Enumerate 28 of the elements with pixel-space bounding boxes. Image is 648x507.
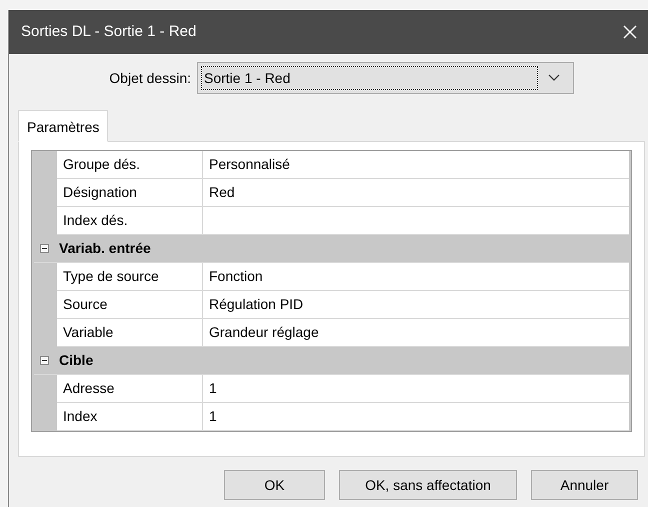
property-value[interactable]: Red (203, 179, 629, 206)
section-header: Cible (59, 351, 94, 370)
property-name: Adresse (57, 375, 203, 402)
field-label: Objet dessin: (108, 68, 192, 88)
property-name: Index dés. (57, 207, 203, 234)
property-name: Index (57, 403, 203, 430)
property-value[interactable]: 1 (203, 403, 629, 430)
object-dropdown[interactable]: Sortie 1 - Red (197, 62, 574, 94)
dialog-button[interactable]: Annuler (531, 470, 638, 500)
dialog-button[interactable]: OK (224, 470, 325, 500)
section-header: Variab. entrée (59, 239, 151, 258)
property-value[interactable]: Fonction (203, 263, 629, 290)
close-icon[interactable] (622, 24, 638, 40)
property-value[interactable]: Régulation PID (203, 291, 629, 318)
property-name: Type de source (57, 263, 203, 290)
property-name: Source (57, 291, 203, 318)
property-name: Variable (57, 319, 203, 346)
property-name: Groupe dés. (57, 151, 203, 178)
dialog-button[interactable]: OK, sans affectation (339, 470, 517, 500)
collapse-icon[interactable] (40, 356, 49, 365)
property-value[interactable]: Personnalisé (203, 151, 629, 178)
property-value[interactable]: Grandeur réglage (203, 319, 629, 346)
window-title: Sorties DL - Sortie 1 - Red (21, 22, 196, 42)
collapse-icon[interactable] (40, 244, 49, 253)
tab[interactable]: Paramètres (18, 110, 108, 142)
property-value[interactable]: 1 (203, 375, 629, 402)
chevron-down-icon (548, 74, 560, 82)
property-name: Désignation (57, 179, 203, 206)
